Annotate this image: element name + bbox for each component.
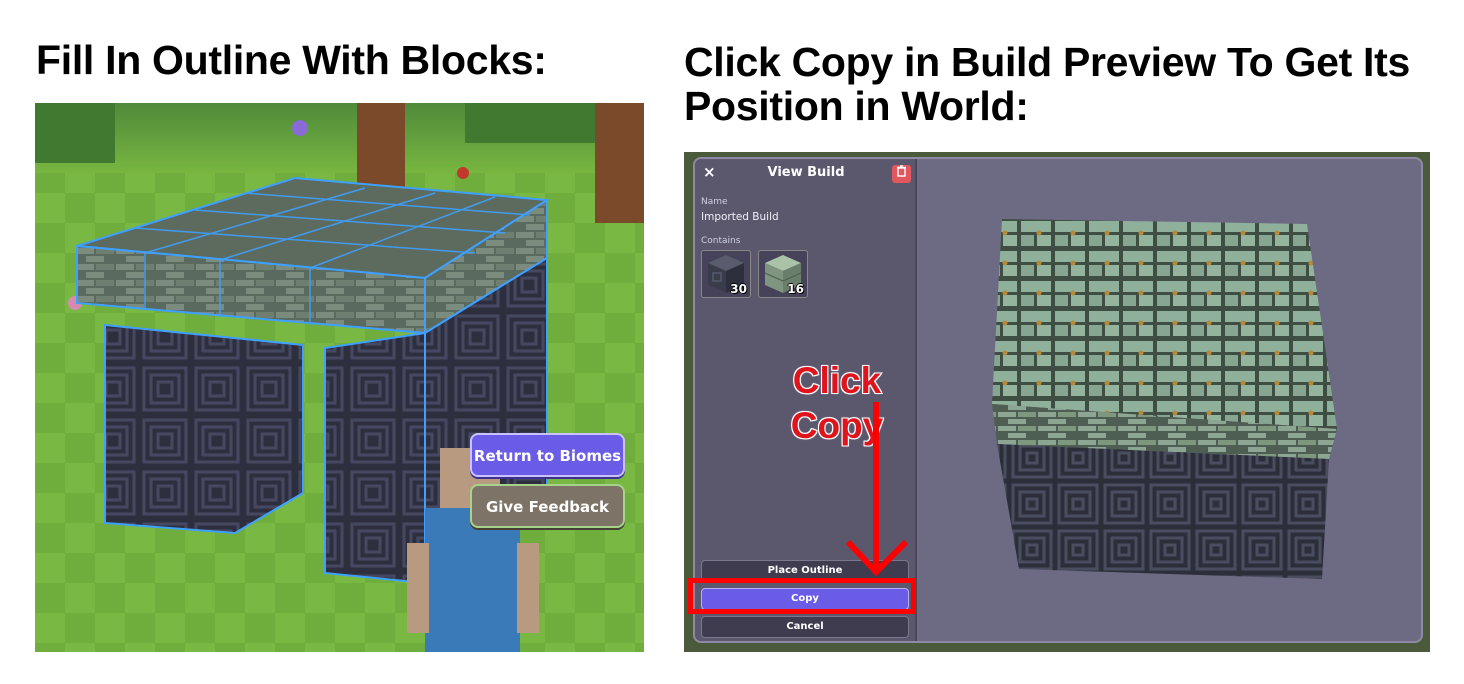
dialog-header: × View Build [695,159,915,189]
scene-illustration [35,103,644,652]
annotation-line1: Click [792,359,882,402]
build-preview-viewport[interactable] [917,159,1421,641]
game-scene-outline: Return to Biomes Give Feedback [35,103,644,652]
right-heading: Click Copy in Build Preview To Get Its P… [684,40,1444,128]
trash-icon-glyph [897,165,906,177]
build-preview-block [992,219,1337,579]
item-slot-spiral-stone[interactable]: 30 [701,250,751,298]
dialog-title: View Build [767,165,845,180]
item-count: 16 [787,282,804,296]
cancel-button[interactable]: Cancel [701,616,909,638]
view-build-screenshot: × View Build Name Imported Build Contain… [684,152,1430,652]
build-name-value: Imported Build [701,211,779,223]
copy-button-highlight [688,578,916,614]
right-heading-line1: Click Copy in Build Preview To Get Its [684,39,1410,85]
item-slot-mossy-brick[interactable]: 16 [758,250,808,298]
item-count: 30 [730,282,747,296]
give-feedback-button[interactable]: Give Feedback [470,484,625,528]
right-heading-line2: Position in World: [684,83,1029,129]
left-heading: Fill In Outline With Blocks: [36,37,547,83]
annotation-arrow-icon [845,402,909,577]
name-label: Name [701,197,728,207]
contains-label: Contains [701,236,741,246]
return-to-biomes-button[interactable]: Return to Biomes [470,433,625,477]
trash-icon[interactable] [892,165,911,183]
